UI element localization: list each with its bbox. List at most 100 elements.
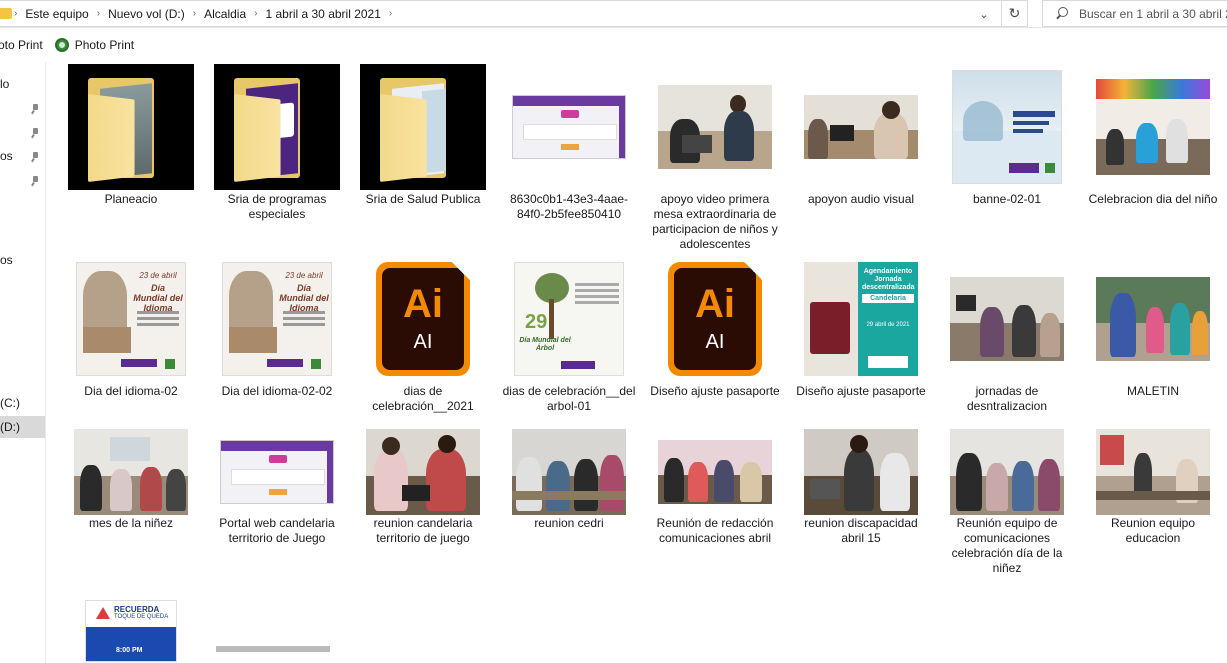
file-name: Sria de programas especiales	[227, 192, 327, 221]
poster-subtitle: TOQUE DE QUEDA	[114, 614, 169, 620]
poster-title: Agendamiento Jornada descentralizada	[862, 268, 915, 291]
pin-icon	[30, 128, 40, 138]
image-thumbnail	[944, 64, 1070, 190]
image-thumbnail: 29 Día Mundial del Árbol	[506, 256, 632, 382]
file-name: Sria de Salud Publica	[365, 192, 481, 206]
file-item[interactable]: 23 de abril Día Mundial del Idioma Dia d…	[209, 256, 345, 436]
image-thumbnail	[68, 424, 194, 520]
image-thumbnail: RECUERDA TOQUE DE QUEDA 8:00 PM	[68, 600, 194, 662]
file-name: Reunión equipo de comunicaciones celebra…	[951, 516, 1063, 575]
chevron-right-icon: ›	[14, 8, 18, 19]
file-name: Dia del idioma-02-02	[221, 384, 333, 398]
file-item[interactable]: apoyo video primera mesa extraordinaria …	[647, 64, 783, 251]
poster-title: Día Mundial del Árbol	[519, 337, 571, 352]
poster-title: Día Mundial del Idioma	[279, 283, 329, 313]
ai-file-icon: Ai AI	[652, 256, 778, 382]
file-item[interactable]: Planeacio	[63, 64, 199, 244]
ai-type-text: AI	[413, 331, 433, 353]
image-thumbnail	[944, 424, 1070, 520]
file-item[interactable]: Reunión de redacción comunicaciones abri…	[647, 424, 783, 604]
poster-date: 23 de abril	[285, 271, 323, 280]
file-item[interactable]: MALETIN	[1085, 256, 1221, 436]
poster-place: Candelaria	[862, 294, 914, 303]
file-item[interactable]: Portal web candelaria territorio de Jueg…	[209, 424, 345, 604]
search-placeholder: Buscar en 1 abril a 30 abril 2021	[1079, 6, 1227, 21]
folder-thumbnail	[214, 64, 340, 190]
vertical-scrollbar[interactable]	[1221, 62, 1227, 663]
ai-type-text: AI	[705, 331, 725, 353]
file-item[interactable]: Ai AI dias de celebración__2021	[355, 256, 491, 436]
nav-item-videos[interactable]: os	[0, 249, 45, 271]
file-item[interactable]: mes de la niñez	[63, 424, 199, 604]
file-name: reunion cedri	[534, 516, 604, 530]
file-name: Reunion equipo educacion	[1110, 516, 1196, 545]
nav-item-quick-access[interactable]: lo	[0, 73, 45, 95]
chevron-right-icon[interactable]: ›	[95, 8, 102, 19]
poster-date: 29 abril de 2021	[866, 322, 910, 328]
file-name: dias de celebración__2021	[372, 384, 474, 413]
partial-thumbnail	[216, 646, 330, 652]
file-item[interactable]: 29 Día Mundial del Árbol dias de celebra…	[501, 256, 637, 436]
refresh-button[interactable]: ↻	[1002, 0, 1028, 27]
photo-print-button-left[interactable]: oto Print	[0, 38, 43, 52]
file-item[interactable]: Celebracion dia del niño	[1085, 64, 1221, 244]
file-item[interactable]: apoyon audio visual	[793, 64, 929, 244]
file-grid: Planeacio Sria de programas especiales S…	[58, 62, 1218, 663]
file-item[interactable]: Reunión equipo de comunicaciones celebra…	[939, 424, 1075, 604]
breadcrumb-nuevo-vol[interactable]: Nuevo vol (D:)	[102, 7, 191, 21]
poster-day: 29	[525, 311, 548, 333]
file-item[interactable]: reunion discapacidad abril 15	[793, 424, 929, 604]
file-name: dias de celebración__del arbol-01	[502, 384, 636, 413]
file-name: mes de la niñez	[88, 516, 174, 530]
poster-date: 23 de abril	[139, 271, 177, 280]
image-thumbnail	[1090, 256, 1216, 382]
folder-thumbnail	[68, 64, 194, 190]
file-item[interactable]: banne-02-01	[939, 64, 1075, 244]
breadcrumb-current-folder[interactable]: 1 abril a 30 abril 2021	[259, 7, 386, 21]
image-thumbnail	[360, 424, 486, 520]
address-bar[interactable]: › Este equipo › Nuevo vol (D:) › Alcaldi…	[0, 0, 1002, 27]
image-thumbnail	[652, 64, 778, 190]
file-item[interactable]: 23 de abril Día Mundial del Idioma Dia d…	[63, 256, 199, 436]
search-input[interactable]: Buscar en 1 abril a 30 abril 2021	[1042, 0, 1227, 27]
breadcrumb-este-equipo[interactable]: Este equipo	[19, 7, 94, 21]
image-thumbnail	[1090, 64, 1216, 190]
photo-print-label: Photo Print	[74, 38, 135, 52]
file-item[interactable]: reunion candelaria territorio de juego	[355, 424, 491, 604]
ai-file-icon: Ai AI	[360, 256, 486, 382]
breadcrumb-alcaldia[interactable]: Alcaldia	[198, 7, 252, 21]
file-item[interactable]: Sria de programas especiales	[209, 64, 345, 244]
image-thumbnail: 23 de abril Día Mundial del Idioma	[214, 256, 340, 382]
file-item[interactable]: RECUERDA TOQUE DE QUEDA 8:00 PM	[63, 598, 199, 662]
chevron-right-icon[interactable]: ›	[387, 8, 394, 19]
pin-icon	[30, 152, 40, 162]
image-thumbnail	[506, 424, 632, 520]
file-item[interactable]: Sria de Salud Publica	[355, 64, 491, 244]
photo-print-button[interactable]: Photo Print	[54, 38, 135, 52]
file-item[interactable]: jornadas de desntralizacion	[939, 256, 1075, 436]
file-item[interactable]: 8630c0b1-43e3-4aae-84f0-2b5fee850410	[501, 64, 637, 244]
search-icon	[1055, 6, 1069, 21]
file-name: reunion discapacidad abril 15	[804, 516, 918, 545]
file-name: apoyo video primera mesa extraordinaria …	[652, 192, 778, 251]
image-thumbnail: 23 de abril Día Mundial del Idioma	[68, 256, 194, 382]
chevron-right-icon[interactable]: ›	[252, 8, 259, 19]
file-item[interactable]: Agendamiento Jornada descentralizada Can…	[793, 256, 929, 436]
poster-title: RECUERDA	[114, 605, 160, 614]
file-name: Diseño ajuste pasaporte	[650, 384, 780, 398]
image-thumbnail	[506, 64, 632, 190]
file-item[interactable]: Reunion equipo educacion	[1085, 424, 1221, 604]
chevron-right-icon[interactable]: ›	[191, 8, 198, 19]
nav-item-drive-d[interactable]: (D:)	[0, 416, 45, 438]
file-item[interactable]: Ai AI Diseño ajuste pasaporte	[647, 256, 783, 436]
file-name: Reunión de redacción comunicaciones abri…	[656, 516, 774, 545]
file-name: Portal web candelaria territorio de Jueg…	[219, 516, 335, 545]
nav-item-drive-c[interactable]: (C:)	[0, 392, 45, 414]
file-name: Dia del idioma-02	[84, 384, 178, 398]
file-name: apoyon audio visual	[807, 192, 915, 206]
toolbar: oto Print Photo Print	[0, 33, 1227, 57]
file-item[interactable]: reunion cedri	[501, 424, 637, 604]
chevron-down-icon[interactable]: ⌄	[972, 5, 996, 23]
address-row: › Este equipo › Nuevo vol (D:) › Alcaldi…	[0, 0, 1227, 28]
image-thumbnail	[944, 256, 1070, 382]
